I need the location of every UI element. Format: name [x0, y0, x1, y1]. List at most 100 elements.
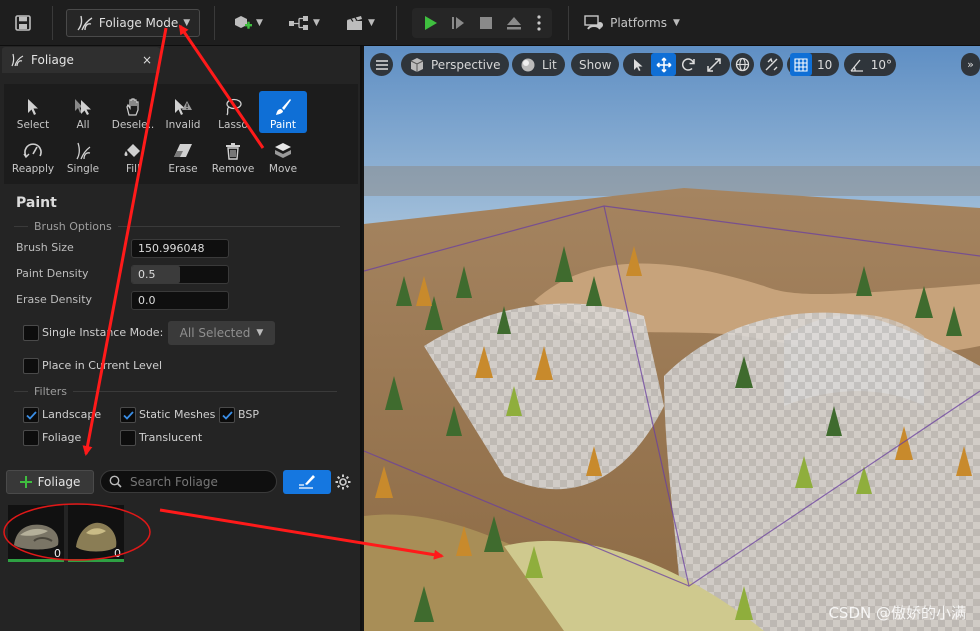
eject-icon[interactable] [502, 9, 526, 37]
perspective-dropdown[interactable]: Perspective [401, 53, 509, 76]
tool-label: Move [268, 163, 298, 175]
single-instance-dropdown[interactable]: All Selected ▼ [168, 321, 275, 345]
mode-label: Foliage Mode [98, 16, 179, 30]
place-current-level-checkbox[interactable] [23, 358, 39, 374]
foliage-panel-tab[interactable]: Foliage × [2, 47, 160, 73]
angle-snap-value[interactable]: 10° [867, 58, 892, 72]
gear-icon[interactable] [334, 473, 352, 491]
tool-label: Remove [211, 163, 255, 175]
foliage-palette-toggle-button[interactable] [283, 470, 331, 494]
filter-foliage-checkbox[interactable] [23, 430, 39, 446]
tool-label: Reapply [11, 163, 55, 175]
chevron-down-icon: ▼ [672, 18, 680, 28]
grid-snap-control: 10 [787, 53, 839, 76]
tool-select[interactable]: Select [9, 91, 57, 133]
select-mode-icon[interactable] [626, 53, 651, 76]
view-mode-dropdown[interactable]: Lit [512, 53, 565, 76]
add-foliage-type-button[interactable]: Foliage [6, 470, 94, 494]
brush-options-header[interactable]: Brush Options [14, 219, 340, 233]
foliage-tool-palette: Select All Desele.. Invalid Lasso Paint … [4, 84, 358, 184]
filter-translucent-checkbox[interactable] [120, 430, 136, 446]
show-dropdown[interactable]: Show [571, 53, 620, 76]
grid-snap-value[interactable]: 10 [812, 58, 832, 72]
platforms-icon [584, 15, 604, 30]
translate-icon[interactable] [651, 53, 676, 76]
cube-icon [410, 57, 424, 72]
single-instance-checkbox[interactable] [23, 325, 39, 341]
chevron-down-icon: ▼ [313, 18, 320, 28]
search-foliage-input[interactable]: Search Foliage [100, 470, 277, 493]
cursor-icon [22, 97, 44, 117]
tool-erase[interactable]: Erase [159, 135, 207, 177]
level-viewport[interactable]: Perspective Lit Show 10 10° » CSDN @傲娇的小… [364, 46, 980, 631]
transform-tools [623, 53, 730, 76]
filter-static-meshes-checkbox[interactable] [120, 407, 136, 423]
play-options-icon[interactable] [530, 9, 548, 37]
tool-label: Erase [168, 163, 198, 175]
viewport-overflow-button[interactable]: » [961, 53, 980, 76]
blueprints-button[interactable]: ▼ [284, 9, 324, 37]
brush-options-label: Brush Options [34, 219, 112, 233]
tool-select-invalid[interactable]: Invalid [159, 91, 207, 133]
viewport-menu-button[interactable] [370, 53, 393, 76]
brush-size-field[interactable]: 150.996048 [131, 239, 229, 258]
section-divider [72, 390, 337, 392]
tool-reapply[interactable]: Reapply [9, 135, 57, 177]
tool-move[interactable]: Move [259, 135, 307, 177]
tool-single[interactable]: Single [59, 135, 107, 177]
rotation-snap-control: 10° [844, 53, 896, 76]
add-actor-button[interactable]: ▼ [228, 9, 268, 37]
toolbar-divider [396, 6, 397, 40]
cinematics-button[interactable]: ▼ [340, 9, 380, 37]
play-controls [412, 8, 552, 38]
tool-fill[interactable]: Fill [109, 135, 157, 177]
foliage-type-thumbnail[interactable]: 0 [8, 505, 64, 561]
tool-label: Desele.. [111, 119, 155, 131]
grid-snap-icon[interactable] [790, 53, 812, 76]
trash-icon [222, 141, 244, 161]
checkmark-icon [122, 410, 134, 420]
save-icon[interactable] [10, 9, 36, 37]
tool-select-all[interactable]: All [59, 91, 107, 133]
tool-deselect[interactable]: Desele.. [109, 91, 157, 133]
tool-remove[interactable]: Remove [209, 135, 257, 177]
move-cube-icon [272, 141, 294, 161]
reapply-icon [22, 141, 44, 161]
select-all-icon [72, 97, 94, 117]
paint-density-slider[interactable]: 0.5 [131, 265, 229, 284]
search-placeholder: Search Foliage [130, 474, 218, 489]
filter-translucent-label: Translucent [139, 431, 203, 444]
filter-bsp-checkbox[interactable] [219, 407, 235, 423]
surface-snapping-button[interactable] [760, 53, 783, 76]
single-plant-icon [72, 141, 94, 161]
platforms-button[interactable]: Platforms ▼ [582, 9, 682, 37]
plus-icon [19, 476, 32, 488]
close-icon[interactable]: × [142, 53, 152, 67]
filter-landscape-checkbox[interactable] [23, 407, 39, 423]
coordinate-system-button[interactable] [731, 53, 754, 76]
chevron-down-icon: ▼ [256, 328, 264, 338]
toolbar-divider [52, 6, 53, 40]
angle-snap-icon[interactable] [848, 53, 867, 76]
rotate-icon[interactable] [676, 53, 701, 76]
filters-label: Filters [34, 384, 67, 398]
chevron-down-icon: ▼ [256, 18, 263, 28]
section-divider [117, 225, 340, 227]
play-icon[interactable] [418, 9, 442, 37]
watermark-text: CSDN @傲娇的小满 [828, 604, 966, 622]
eraser-icon [172, 141, 194, 161]
scale-icon[interactable] [701, 53, 726, 76]
tool-paint[interactable]: Paint [259, 91, 307, 133]
filters-header[interactable]: Filters [14, 384, 337, 398]
viewport-scene-image [364, 46, 980, 631]
foliage-type-thumbnail[interactable]: 0 [68, 505, 124, 561]
mode-selector-button[interactable]: Foliage Mode ▼ [66, 9, 200, 37]
advance-frame-icon[interactable] [446, 9, 470, 37]
toolbar-divider [214, 6, 215, 40]
erase-density-field[interactable]: 0.0 [131, 291, 229, 310]
double-chevron-right-icon: » [967, 58, 974, 71]
tool-lasso[interactable]: Lasso [209, 91, 257, 133]
stop-icon[interactable] [474, 9, 498, 37]
tool-label: Select [16, 119, 50, 131]
globe-icon [735, 57, 750, 72]
